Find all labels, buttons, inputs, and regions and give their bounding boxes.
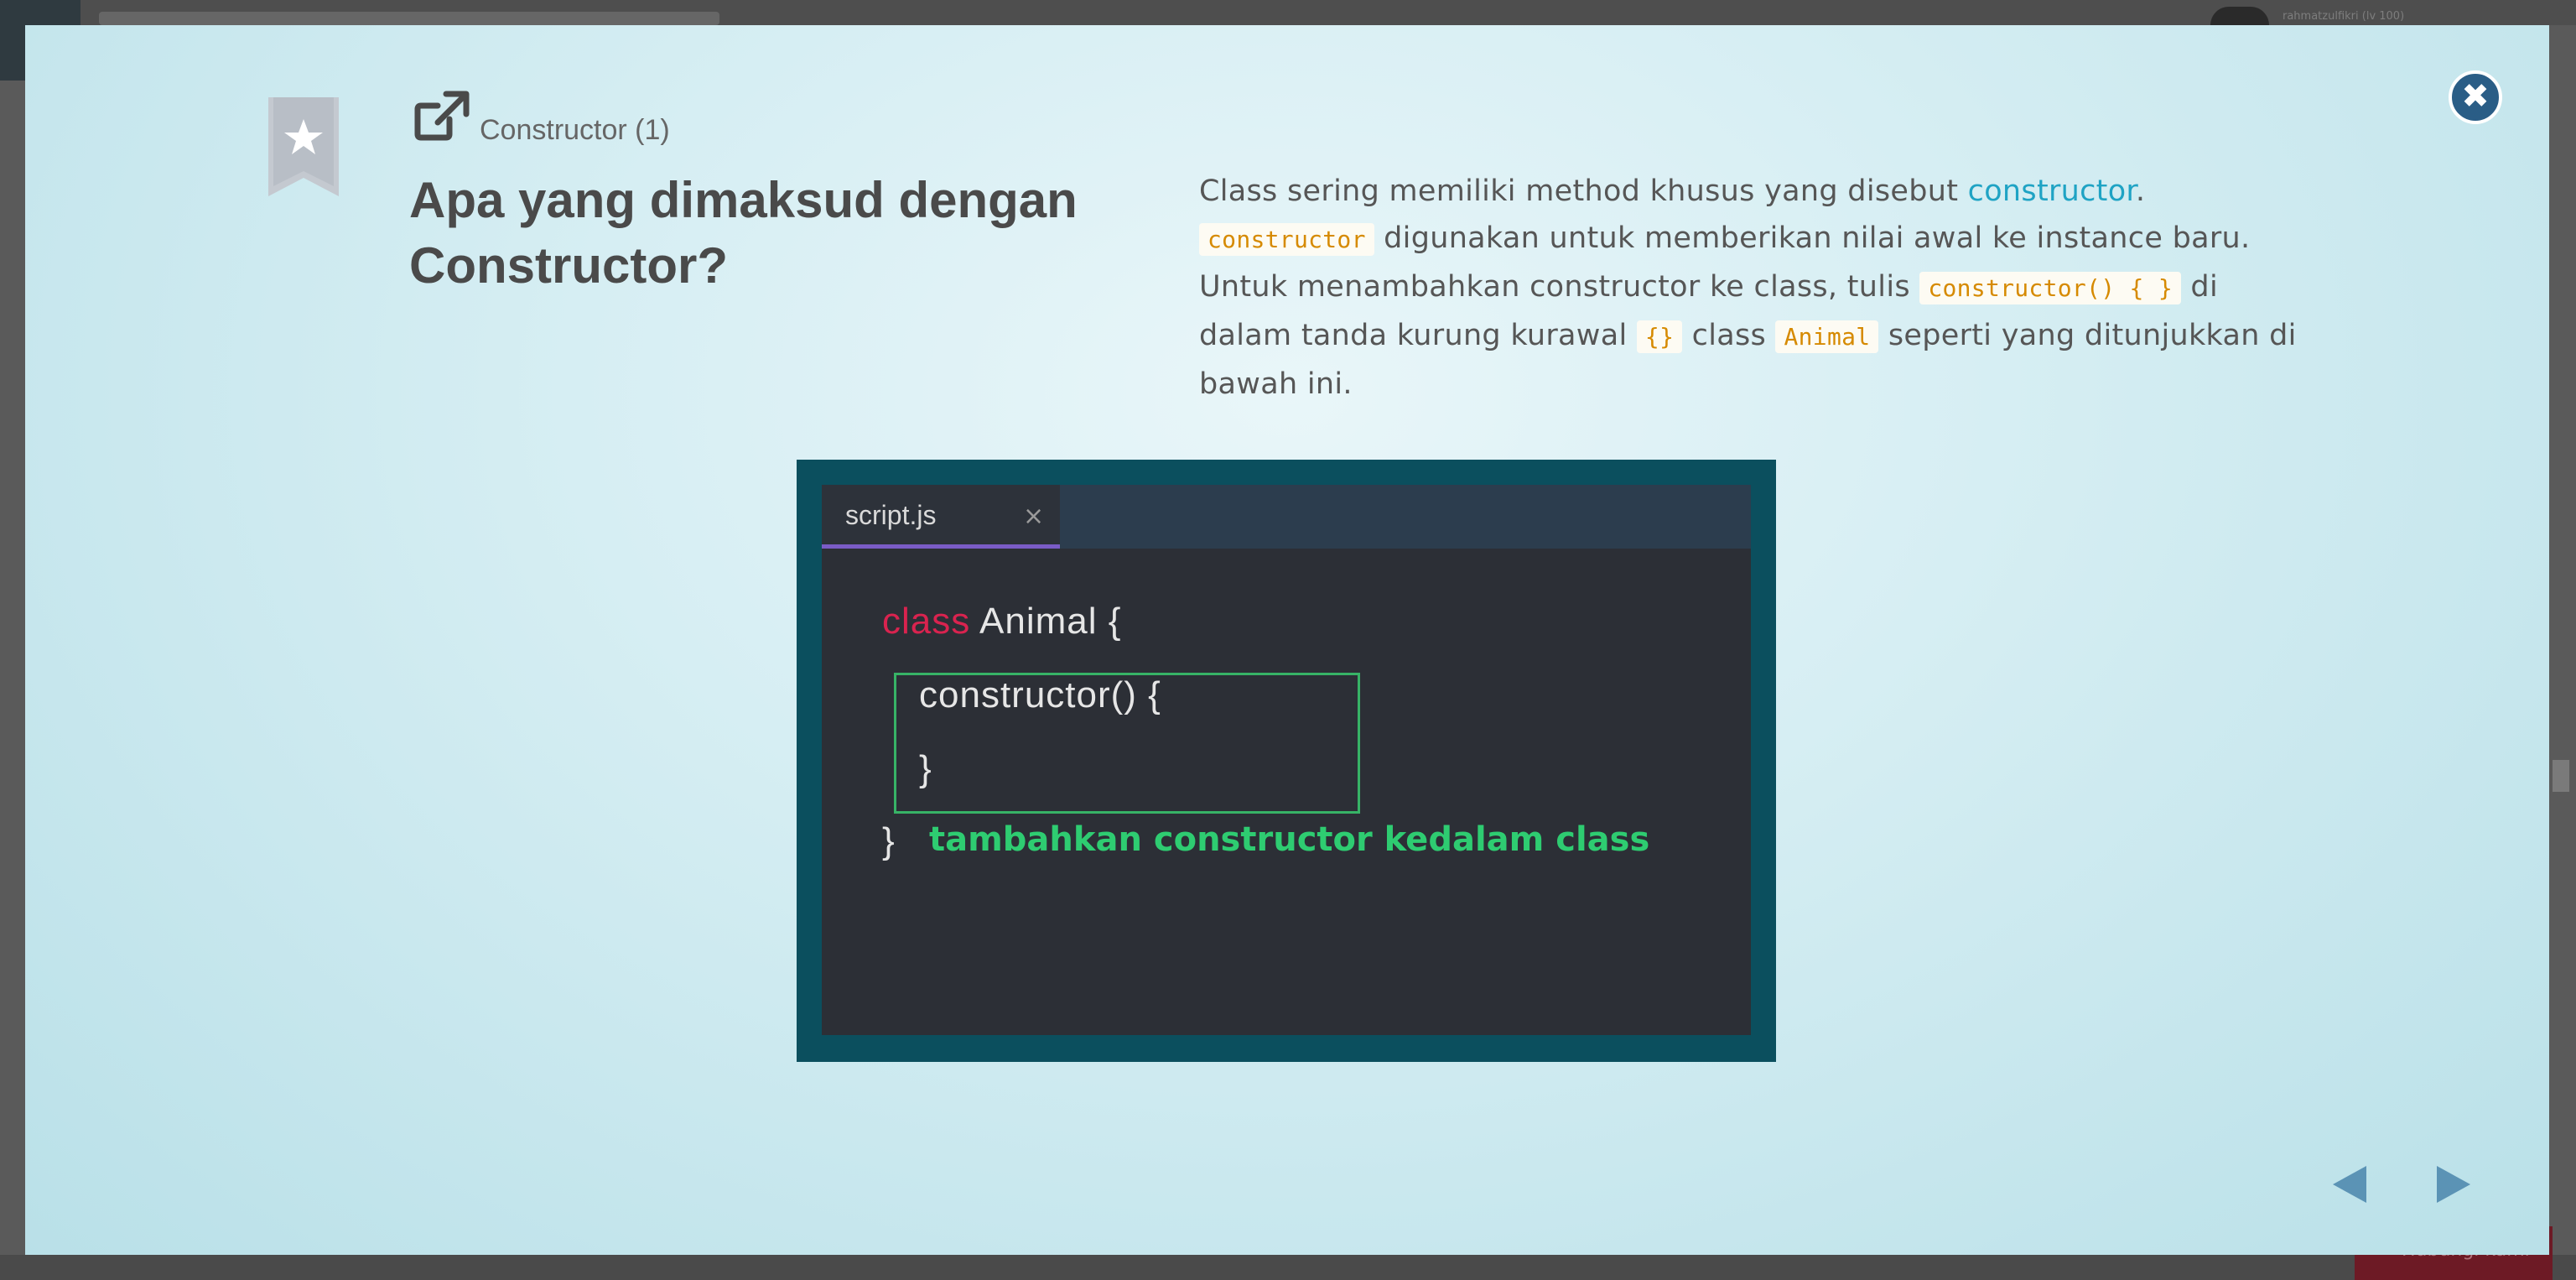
bookmark-star-icon[interactable] [268, 97, 339, 196]
editor-tab: script.js × [822, 485, 1060, 549]
class-keyword: class [882, 601, 971, 642]
lesson-description: Class sering memiliki method khusus yang… [1199, 168, 2306, 408]
lesson-label: Constructor (1) [480, 114, 670, 146]
page-title: Apa yang dimaksud dengan Constructor? [409, 172, 1078, 294]
desc-text: Class sering memiliki method khusus yang… [1199, 174, 1968, 208]
inline-code: constructor [1199, 223, 1374, 256]
close-icon[interactable]: ✖ [2449, 70, 2502, 124]
inline-code: {} [1636, 320, 1683, 353]
background-bottom-bar [0, 1255, 2576, 1280]
background-search-bar [99, 12, 719, 25]
inline-code: Animal [1775, 320, 1879, 353]
prev-arrow-icon[interactable] [2328, 1159, 2378, 1210]
class-name: Animal { [970, 601, 1122, 642]
code-line-2: constructor() { [919, 674, 1161, 715]
code-annotation: tambahkan constructor kedalam class [929, 820, 1650, 859]
inline-code: constructor() { } [1919, 272, 2181, 304]
next-arrow-icon[interactable] [2428, 1159, 2479, 1210]
external-link-icon[interactable] [413, 91, 471, 143]
tab-close-icon: × [1023, 502, 1045, 531]
code-line-1: class Animal { [882, 601, 1121, 643]
lesson-modal: ✖ Constructor (1) Apa yang dimaksud deng… [25, 25, 2549, 1255]
tab-filename: script.js [845, 500, 937, 530]
background-username: rahmatzulfikri (lv 100) [2283, 10, 2405, 23]
editor-tab-bar: script.js × [822, 485, 1751, 549]
desc-text: . [2135, 174, 2146, 208]
code-line-4: } [882, 820, 896, 861]
code-example-image: script.js × class Animal { constructor()… [797, 460, 1776, 1062]
background-avatar [2210, 7, 2269, 25]
code-line-3: } [919, 748, 932, 789]
constructor-link[interactable]: constructor [1968, 174, 2136, 208]
desc-text: class [1682, 319, 1776, 352]
background-scrollbar [2553, 760, 2569, 792]
code-editor: script.js × class Animal { constructor()… [822, 485, 1751, 1035]
